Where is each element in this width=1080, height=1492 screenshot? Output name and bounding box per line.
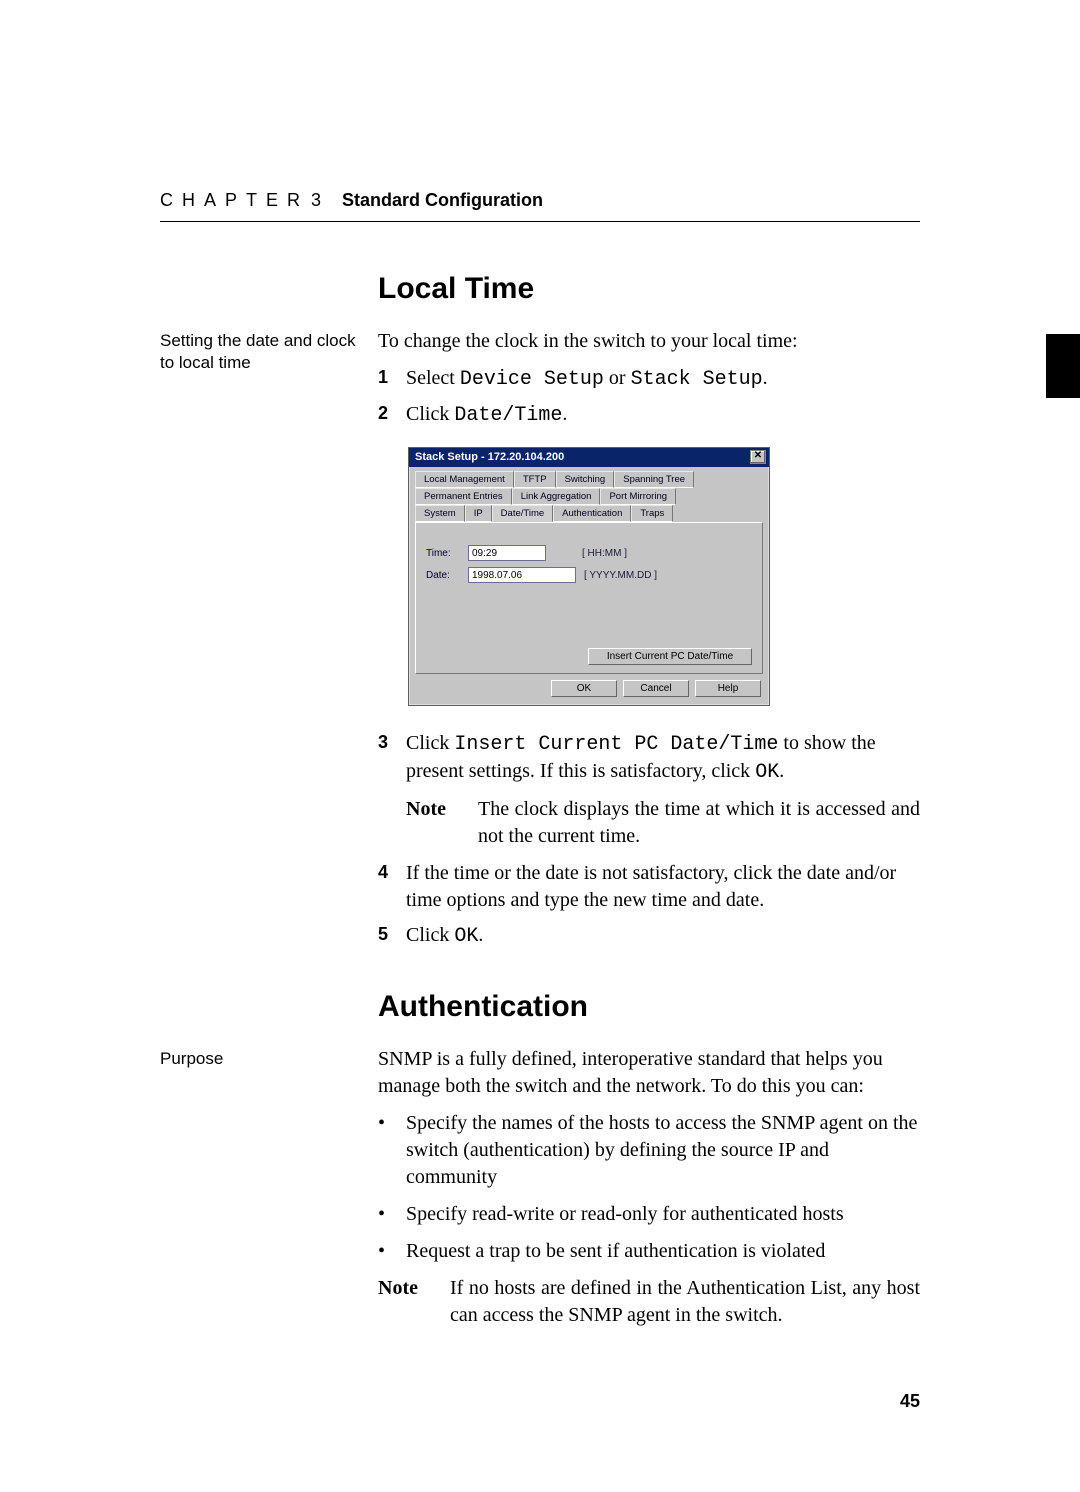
- steps-bottom-cont: 4 If the time or the date is not satisfa…: [378, 860, 920, 950]
- bullet-dot: •: [378, 1110, 406, 1191]
- step-number: 1: [378, 365, 406, 393]
- time-hint: [ HH:MM ]: [582, 548, 627, 559]
- local-time-margin-note: Setting the date and clock to local time: [160, 328, 378, 1046]
- tab-spanning-tree[interactable]: Spanning Tree: [614, 471, 694, 488]
- tab-date-time[interactable]: Date/Time: [492, 505, 553, 522]
- bullet-text: Request a trap to be sent if authenticat…: [406, 1238, 920, 1265]
- chapter-number: 3: [311, 190, 324, 211]
- steps-bottom: 3 Click Insert Current PC Date/Time to s…: [378, 730, 920, 786]
- tab-system[interactable]: System: [415, 505, 465, 522]
- insert-current-pc-datetime-button[interactable]: Insert Current PC Date/Time: [588, 648, 752, 665]
- note-label: Note: [406, 796, 478, 850]
- tab-ip[interactable]: IP: [465, 505, 492, 522]
- note-body: The clock displays the time at which it …: [478, 796, 920, 850]
- tab-switching[interactable]: Switching: [556, 471, 615, 488]
- date-hint: [ YYYY.MM.DD ]: [584, 570, 657, 581]
- ok-button[interactable]: OK: [551, 680, 617, 697]
- dialog-titlebar: Stack Setup - 172.20.104.200 ✕: [409, 448, 769, 467]
- cancel-button[interactable]: Cancel: [623, 680, 689, 697]
- dialog-buttons: OK Cancel Help: [409, 680, 769, 705]
- help-button[interactable]: Help: [695, 680, 761, 697]
- authentication-intro: SNMP is a fully defined, interoperative …: [378, 1046, 920, 1100]
- authentication-note: Note If no hosts are defined in the Auth…: [378, 1275, 920, 1329]
- tab-permanent-entries[interactable]: Permanent Entries: [415, 488, 512, 505]
- tab-port-mirroring[interactable]: Port Mirroring: [600, 488, 676, 505]
- steps-top: 1 Select Device Setup or Stack Setup. 2 …: [378, 365, 920, 429]
- note-body: If no hosts are defined in the Authentic…: [450, 1275, 920, 1329]
- local-time-intro: To change the clock in the switch to you…: [378, 328, 920, 355]
- step-number: 5: [378, 922, 406, 950]
- step-text: Click OK.: [406, 922, 920, 950]
- chapter-title: Standard Configuration: [342, 190, 543, 211]
- chapter-word: CHAPTER: [160, 190, 309, 211]
- step-text: If the time or the date is not satisfact…: [406, 860, 920, 914]
- step-text: Click Date/Time.: [406, 401, 920, 429]
- bullet-dot: •: [378, 1238, 406, 1265]
- note-label: Note: [378, 1275, 450, 1329]
- page: CHAPTER 3 Standard Configuration Local T…: [0, 0, 1080, 1492]
- tab-link-aggregation[interactable]: Link Aggregation: [512, 488, 601, 505]
- bullet-text: Specify the names of the hosts to access…: [406, 1110, 920, 1191]
- time-input[interactable]: [468, 545, 546, 561]
- step-text: Select Device Setup or Stack Setup.: [406, 365, 920, 393]
- running-header: CHAPTER 3 Standard Configuration: [160, 190, 920, 222]
- date-input[interactable]: [468, 567, 576, 583]
- time-label: Time:: [426, 548, 460, 559]
- bullet-text: Specify read-write or read-only for auth…: [406, 1201, 920, 1228]
- step3-note: Note The clock displays the time at whic…: [406, 796, 920, 850]
- step-text: Click Insert Current PC Date/Time to sho…: [406, 730, 920, 786]
- step-number: 4: [378, 860, 406, 914]
- date-label: Date:: [426, 570, 460, 581]
- thumb-tab: [1046, 334, 1080, 398]
- local-time-heading: Local Time: [378, 272, 920, 306]
- dialog-title: Stack Setup - 172.20.104.200: [415, 451, 564, 463]
- tab-authentication[interactable]: Authentication: [553, 505, 631, 522]
- dialog-tabs: Local Management TFTP Switching Spanning…: [409, 467, 769, 522]
- page-number: 45: [900, 1391, 920, 1412]
- tab-local-management[interactable]: Local Management: [415, 471, 514, 488]
- authentication-bullets: •Specify the names of the hosts to acces…: [378, 1110, 920, 1265]
- tab-traps[interactable]: Traps: [631, 505, 673, 522]
- step-number: 3: [378, 730, 406, 786]
- content: Local Time Setting the date and clock to…: [160, 272, 920, 1339]
- bullet-dot: •: [378, 1201, 406, 1228]
- stack-setup-dialog: Stack Setup - 172.20.104.200 ✕ Local Man…: [408, 447, 770, 706]
- authentication-heading: Authentication: [378, 990, 920, 1024]
- step-number: 2: [378, 401, 406, 429]
- dialog-panel: Time: [ HH:MM ] Date: [ YYYY.MM.DD ] Ins…: [415, 522, 763, 674]
- tab-tftp[interactable]: TFTP: [514, 471, 556, 488]
- close-button[interactable]: ✕: [750, 450, 766, 464]
- authentication-margin-note: Purpose: [160, 1046, 378, 1339]
